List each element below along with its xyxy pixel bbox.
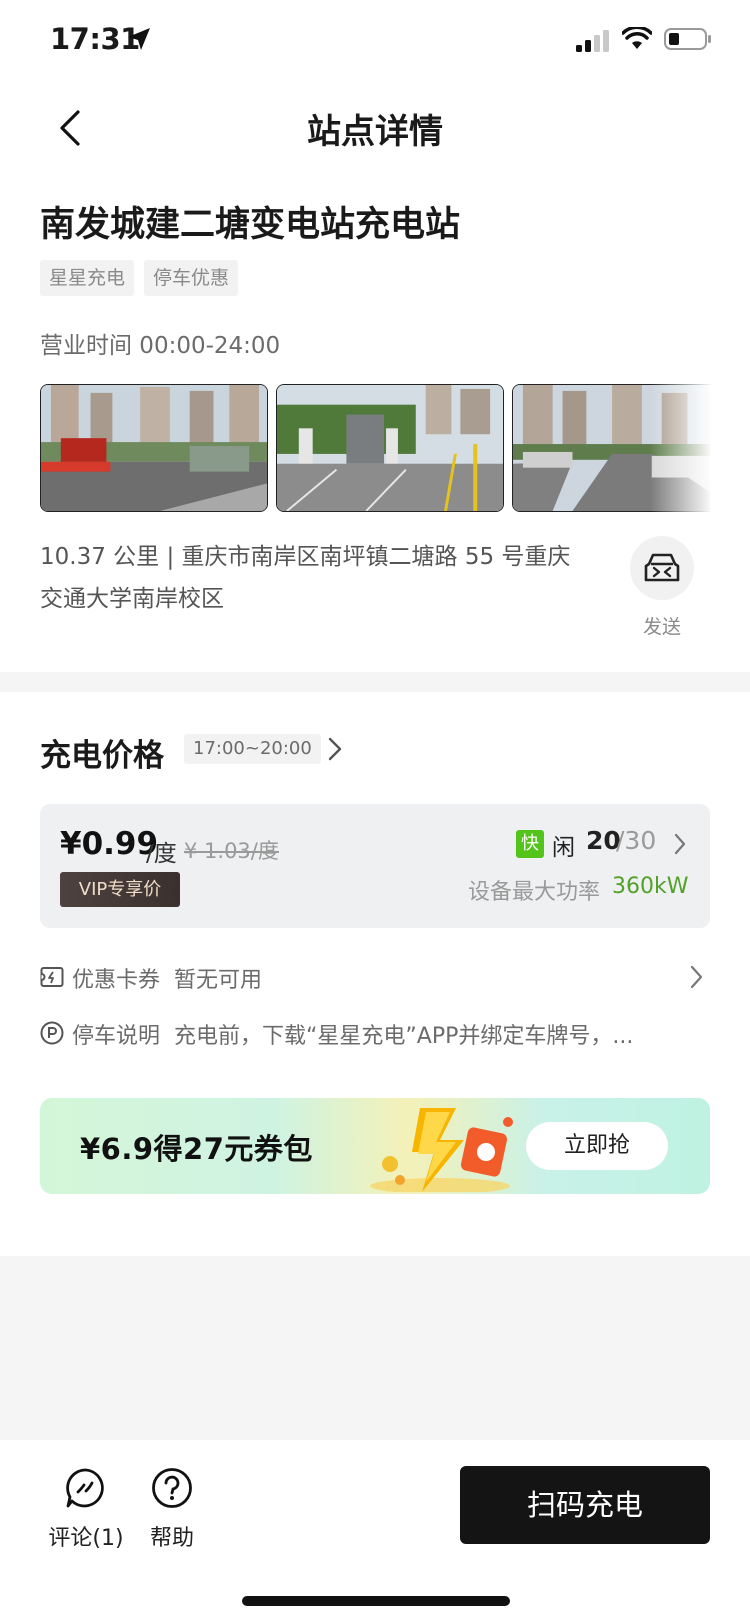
promo-text: ¥6.9得27元券包 <box>80 1132 313 1166</box>
help-icon <box>152 1468 192 1508</box>
parking-discount-tag: 停车优惠 <box>144 260 239 296</box>
comment-label: 评论(1) <box>48 1526 124 1551</box>
pricing-title: 充电价格 <box>40 738 164 774</box>
status-bar: 17:31 <box>0 0 750 84</box>
battery-icon <box>664 28 711 50</box>
send-label: 发送 <box>642 616 681 638</box>
parking-label: 停车说明 <box>72 1024 161 1049</box>
station-name: 南发城建二塘变电站充电站 <box>40 205 461 245</box>
station-photos[interactable] <box>40 384 710 512</box>
charging-bays-photo[interactable] <box>276 384 504 512</box>
vip-price-badge: VIP专享价 <box>60 872 180 907</box>
max-power-value: 360kW <box>612 874 689 899</box>
signal-icon <box>576 30 609 52</box>
coupon-status: 暂无可用 <box>174 968 263 993</box>
car-icon <box>644 553 680 582</box>
wifi-icon <box>622 27 652 49</box>
chevron-right-icon[interactable] <box>326 736 344 762</box>
station-info-card: 南发城建二塘变电站充电站 星星充电 停车优惠 营业时间 00:00-24:00 <box>0 180 750 672</box>
parking-icon <box>40 1021 64 1045</box>
comment-icon <box>66 1468 104 1508</box>
comment-button[interactable]: 评论(1) <box>46 1466 126 1556</box>
pricing-card: 充电价格 17:00~20:00 ¥0.99 /度 ¥ 1.03/度 VIP专享… <box>0 692 750 1256</box>
photo-fade <box>650 384 710 512</box>
scan-to-charge-button[interactable]: 扫码充电 <box>460 1466 710 1544</box>
parking-text: 充电前，下载“星星充电”APP并绑定车牌号，... <box>174 1024 634 1049</box>
help-label: 帮助 <box>149 1526 194 1551</box>
coupon-label: 优惠卡券 <box>72 968 161 993</box>
fast-charge-badge: 快 <box>516 830 544 858</box>
price-time-range[interactable]: 17:00~20:00 <box>184 734 321 764</box>
chevron-right-icon[interactable] <box>688 964 704 990</box>
current-price: ¥0.99 <box>60 826 159 862</box>
parking-info-row[interactable]: 停车说明 充电前，下载“星星充电”APP并绑定车牌号，... <box>40 1014 710 1054</box>
station-address: 10.37 公里 | 重庆市南岸区南坪镇二塘路 55 号重庆交通大学南岸校区 <box>40 544 571 612</box>
home-indicator <box>242 1596 510 1606</box>
promo-banner[interactable]: ¥6.9得27元券包 立即抢 <box>40 1098 710 1194</box>
max-power-label: 设备最大功率 <box>468 880 601 905</box>
chevron-right-icon[interactable] <box>672 832 688 856</box>
operator-tag: 星星充电 <box>40 260 135 296</box>
total-count: /30 <box>616 826 657 855</box>
price-unit: /度 <box>146 841 177 867</box>
coupon-card-icon <box>40 967 64 987</box>
coupon-row[interactable]: 优惠卡券 暂无可用 <box>40 958 710 998</box>
location-arrow-icon <box>128 28 150 50</box>
nav-bar: 站点详情 <box>0 84 750 180</box>
price-box[interactable]: ¥0.99 /度 ¥ 1.03/度 VIP专享价 快 闲 20 /30 设备最大… <box>40 804 710 928</box>
lightning-coupon-icon <box>370 1108 513 1192</box>
send-to-car-button[interactable] <box>630 536 694 600</box>
station-entrance-photo[interactable] <box>40 384 268 512</box>
idle-label: 闲 <box>552 835 575 861</box>
original-price: ¥ 1.03/度 <box>184 839 279 863</box>
help-button[interactable]: 帮助 <box>132 1466 212 1556</box>
grab-now-button[interactable]: 立即抢 <box>526 1122 668 1170</box>
business-hours: 营业时间 00:00-24:00 <box>40 333 281 359</box>
page-title: 站点详情 <box>307 112 443 152</box>
